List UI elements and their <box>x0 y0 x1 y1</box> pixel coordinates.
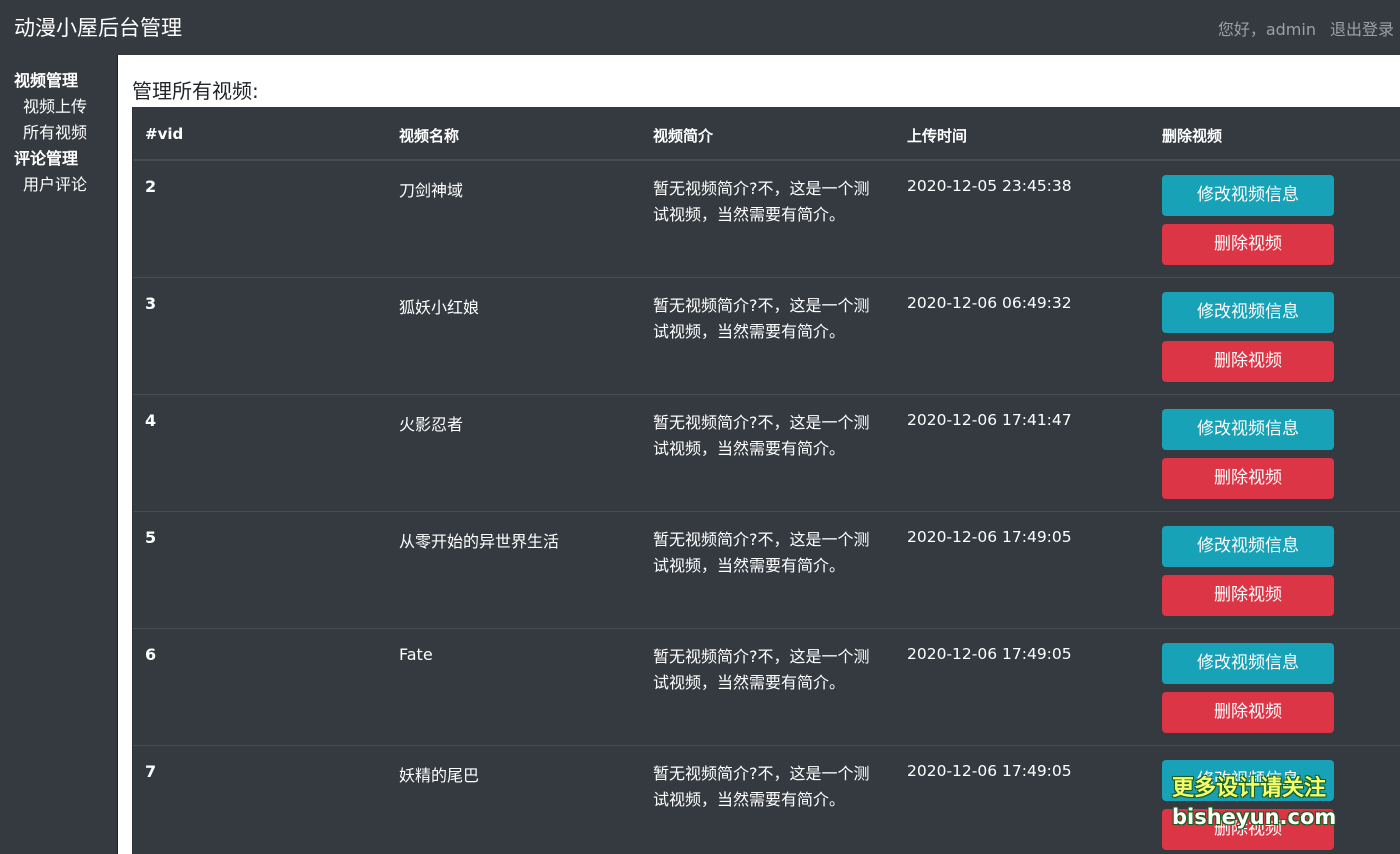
column-header-upload-time: 上传时间 <box>907 127 968 145</box>
table-header: #vid 视频名称 视频简介 上传时间 删除视频 <box>133 107 1400 161</box>
sidebar-item-user-comments[interactable]: 用户评论 <box>23 171 87 195</box>
cell-video-name: 刀剑神域 <box>399 181 464 200</box>
cell-vid: 5 <box>145 528 157 547</box>
cell-video-intro: 暂无视频简介?不，这是一个测试视频，当然需要有简介。 <box>653 647 870 692</box>
delete-video-button[interactable]: 删除视频 <box>1162 458 1334 499</box>
cell-video-name: Fate <box>399 645 433 664</box>
table-row: 4 火影忍者 暂无视频简介?不，这是一个测试视频，当然需要有简介。 2020-1… <box>133 395 1400 512</box>
cell-video-name: 火影忍者 <box>399 415 464 434</box>
video-table: #vid 视频名称 视频简介 上传时间 删除视频 2 刀剑神域 暂无视频简介?不… <box>132 107 1400 854</box>
top-navbar: 动漫小屋后台管理 您好，admin 退出登录 <box>0 0 1400 55</box>
column-header-name: 视频名称 <box>399 127 460 145</box>
user-greeting: 您好，admin <box>1217 20 1316 39</box>
cell-video-intro: 暂无视频简介?不，这是一个测试视频，当然需要有简介。 <box>653 764 870 809</box>
cell-vid: 6 <box>145 645 157 664</box>
column-header-vid: #vid <box>145 125 184 143</box>
delete-video-button[interactable]: 删除视频 <box>1162 341 1334 382</box>
logout-link[interactable]: 退出登录 <box>1330 16 1394 40</box>
sidebar-group-video: 视频管理 <box>14 71 79 90</box>
cell-video-intro: 暂无视频简介?不，这是一个测试视频，当然需要有简介。 <box>653 413 870 458</box>
cell-vid: 3 <box>145 294 157 313</box>
watermark-line-2: bisheyun.com <box>1172 805 1337 829</box>
cell-upload-time: 2020-12-06 17:49:05 <box>907 528 1072 546</box>
main-content: 管理所有视频: #vid 视频名称 视频简介 上传时间 删除视频 2 刀剑神域 … <box>118 55 1400 854</box>
delete-video-button[interactable]: 删除视频 <box>1162 575 1334 616</box>
sidebar-group-comments: 评论管理 <box>14 149 79 168</box>
cell-video-intro: 暂无视频简介?不，这是一个测试视频，当然需要有简介。 <box>653 179 870 224</box>
cell-video-intro: 暂无视频简介?不，这是一个测试视频，当然需要有简介。 <box>653 530 870 575</box>
cell-upload-time: 2020-12-06 17:49:05 <box>907 645 1072 663</box>
column-header-delete: 删除视频 <box>1162 127 1223 145</box>
cell-upload-time: 2020-12-06 06:49:32 <box>907 294 1072 312</box>
sidebar: 视频管理 视频上传 所有视频 评论管理 用户评论 <box>0 55 118 854</box>
delete-video-button[interactable]: 删除视频 <box>1162 224 1334 265</box>
cell-video-name: 妖精的尾巴 <box>399 766 480 785</box>
cell-vid: 4 <box>145 411 157 430</box>
table-row: 3 狐妖小红娘 暂无视频简介?不，这是一个测试视频，当然需要有简介。 2020-… <box>133 278 1400 395</box>
cell-upload-time: 2020-12-05 23:45:38 <box>907 177 1072 195</box>
edit-video-button[interactable]: 修改视频信息 <box>1162 643 1334 684</box>
watermark: 更多设计请关注 bisheyun.com <box>1172 775 1336 831</box>
edit-video-button[interactable]: 修改视频信息 <box>1162 409 1334 450</box>
app-brand[interactable]: 动漫小屋后台管理 <box>14 12 182 42</box>
cell-video-name: 狐妖小红娘 <box>399 298 480 317</box>
cell-upload-time: 2020-12-06 17:49:05 <box>907 762 1072 780</box>
cell-video-name: 从零开始的异世界生活 <box>399 532 560 551</box>
watermark-line-1: 更多设计请关注 <box>1172 776 1327 801</box>
column-header-intro: 视频简介 <box>653 127 714 145</box>
table-row: 5 从零开始的异世界生活 暂无视频简介?不，这是一个测试视频，当然需要有简介。 … <box>133 512 1400 629</box>
cell-vid: 7 <box>145 762 157 781</box>
sidebar-item-all-videos[interactable]: 所有视频 <box>23 119 87 143</box>
edit-video-button[interactable]: 修改视频信息 <box>1162 526 1334 567</box>
cell-upload-time: 2020-12-06 17:41:47 <box>907 411 1072 429</box>
page-title: 管理所有视频: <box>132 79 259 103</box>
cell-video-intro: 暂无视频简介?不，这是一个测试视频，当然需要有简介。 <box>653 296 870 341</box>
table-row: 6 Fate 暂无视频简介?不，这是一个测试视频，当然需要有简介。 2020-1… <box>133 629 1400 746</box>
edit-video-button[interactable]: 修改视频信息 <box>1162 175 1334 216</box>
sidebar-item-video-upload[interactable]: 视频上传 <box>23 93 87 117</box>
delete-video-button[interactable]: 删除视频 <box>1162 692 1334 733</box>
edit-video-button[interactable]: 修改视频信息 <box>1162 292 1334 333</box>
table-row: 2 刀剑神域 暂无视频简介?不，这是一个测试视频，当然需要有简介。 2020-1… <box>133 161 1400 278</box>
cell-vid: 2 <box>145 177 157 196</box>
user-box: 您好，admin 退出登录 <box>1218 16 1394 40</box>
